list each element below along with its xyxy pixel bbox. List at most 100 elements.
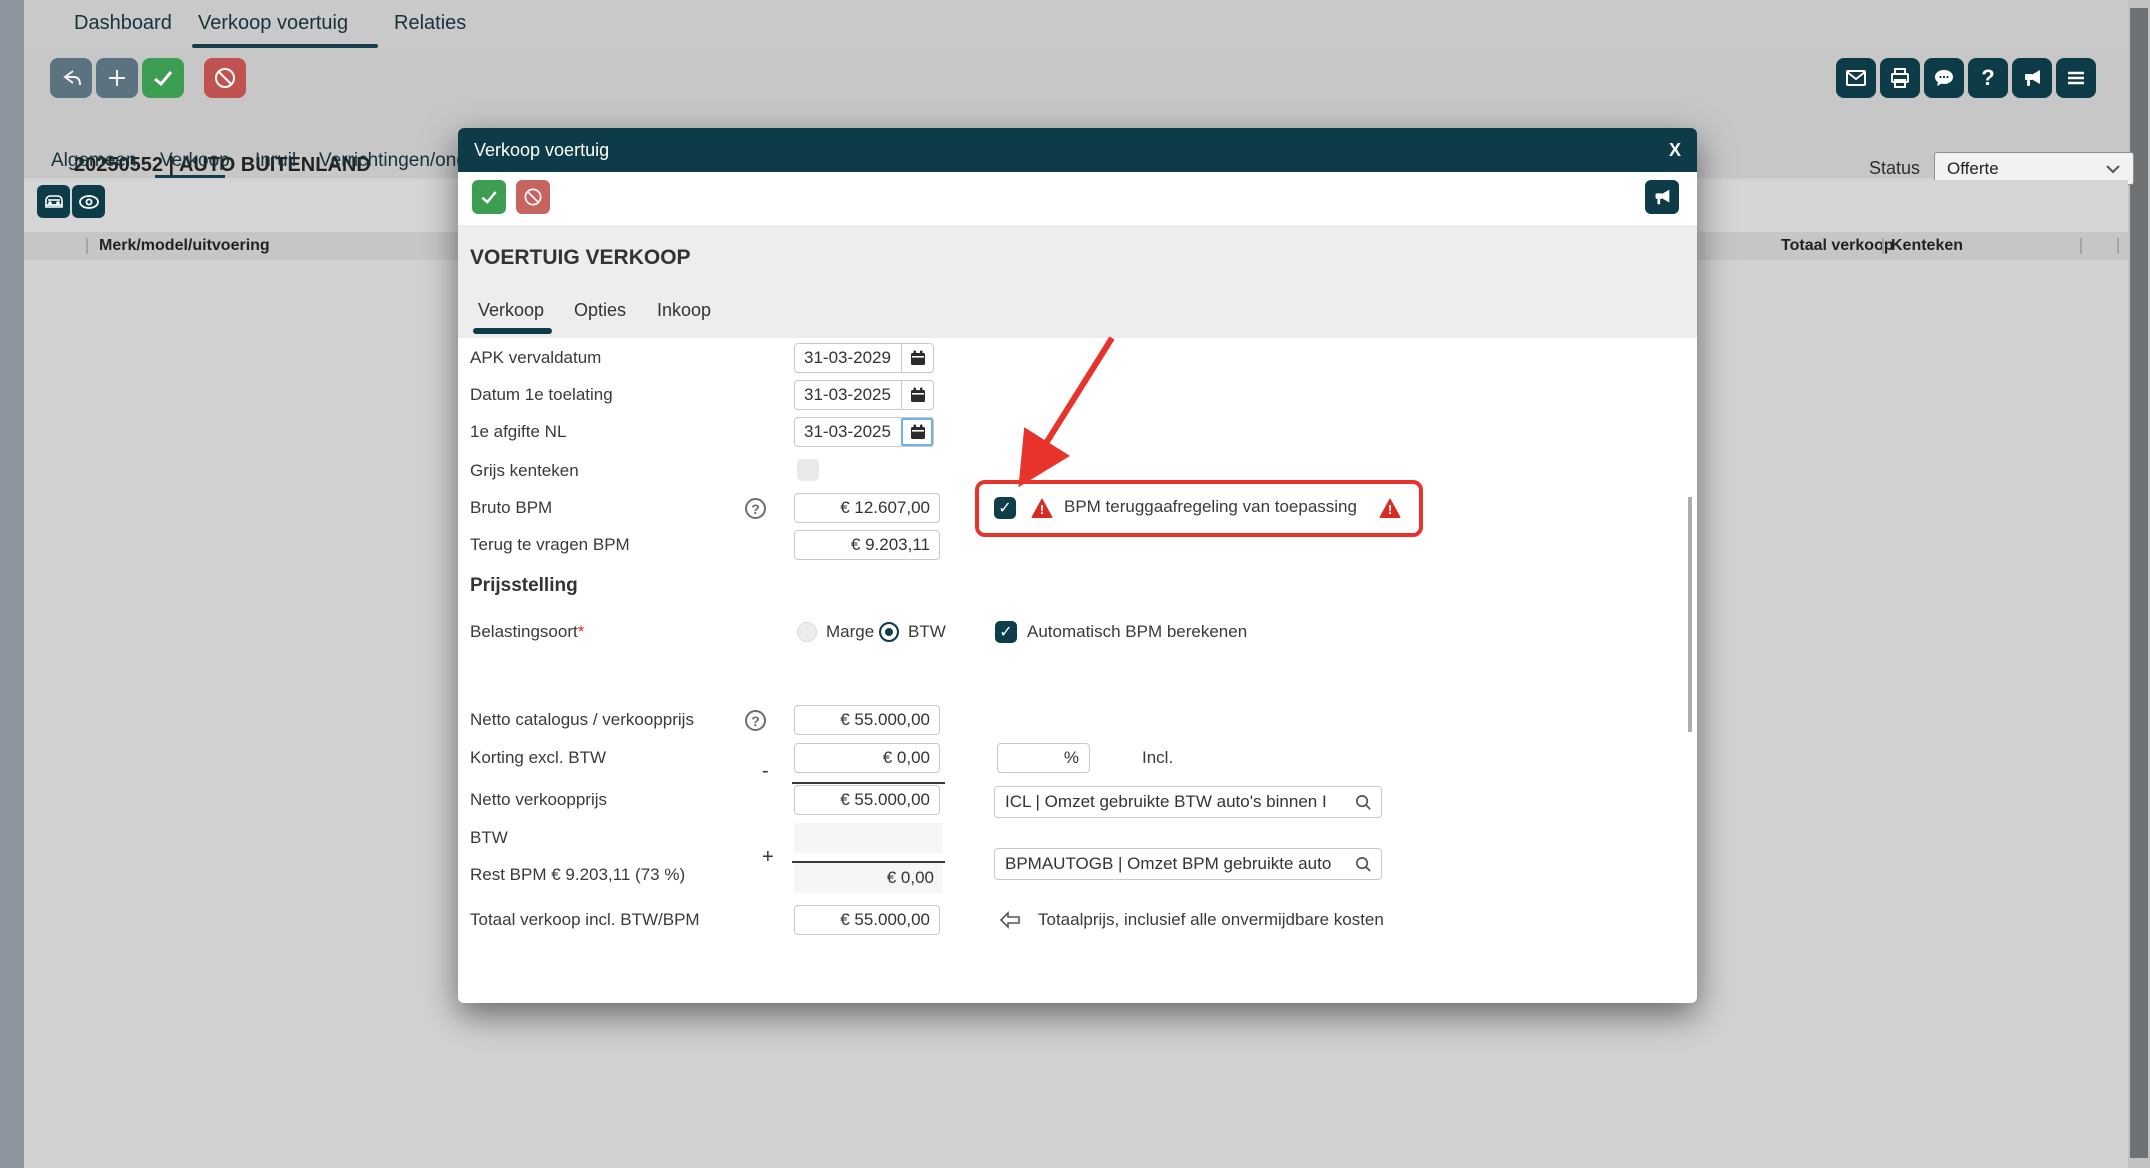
nav-item-dashboard[interactable]: Dashboard bbox=[74, 12, 172, 35]
apk-date-input[interactable]: 31-03-2029 bbox=[794, 343, 934, 373]
toelating-date-input[interactable]: 31-03-2025 bbox=[794, 380, 934, 410]
netto-catalogus-input[interactable]: € 55.000,00 bbox=[794, 705, 940, 735]
announcements-button[interactable] bbox=[2012, 58, 2052, 98]
help-glyph: ? bbox=[751, 501, 760, 517]
calendar-icon[interactable] bbox=[901, 381, 933, 409]
check-icon bbox=[479, 187, 499, 207]
column-totaal-verkoop[interactable]: Totaal verkoop bbox=[1781, 237, 1894, 255]
netto-catalogus-label: Netto catalogus / verkoopprijs bbox=[470, 705, 694, 735]
tab-algemeen[interactable]: Algemeen bbox=[51, 150, 137, 172]
nav-item-verkoop-voertuig[interactable]: Verkoop voertuig bbox=[198, 12, 348, 35]
belastingsoort-text: Belastingsoort bbox=[470, 622, 578, 641]
dialog-cancel-button[interactable] bbox=[516, 180, 550, 214]
tab-verkoop[interactable]: Verkoop bbox=[160, 150, 230, 172]
email-button[interactable] bbox=[1836, 58, 1876, 98]
terug-bpm-input[interactable]: € 9.203,11 bbox=[794, 530, 940, 560]
megaphone-icon bbox=[1651, 186, 1673, 208]
required-asterisk: * bbox=[578, 622, 585, 641]
verkoop-voertuig-dialog: Verkoop voertuig X VOERTUIG VERKOOP Verk… bbox=[458, 128, 1697, 1003]
close-button[interactable]: X bbox=[1669, 140, 1681, 161]
dialog-tab-opties[interactable]: Opties bbox=[574, 300, 626, 321]
dialog-toolbar bbox=[458, 172, 1697, 225]
calendar-icon[interactable] bbox=[901, 418, 933, 446]
dialog-save-button[interactable] bbox=[472, 180, 506, 214]
rest-bpm-value: € 0,00 bbox=[887, 868, 934, 888]
btw-radio[interactable] bbox=[879, 622, 899, 642]
undo-icon bbox=[59, 66, 83, 90]
marge-label[interactable]: Marge bbox=[826, 621, 874, 643]
dialog-header[interactable]: Verkoop voertuig X bbox=[458, 128, 1697, 172]
dialog-announce-button[interactable] bbox=[1645, 180, 1679, 214]
btw-label[interactable]: BTW bbox=[908, 621, 946, 643]
column-divider[interactable] bbox=[86, 238, 88, 254]
plus-icon bbox=[105, 66, 129, 90]
bruto-bpm-value: € 12.607,00 bbox=[840, 498, 930, 518]
chat-button[interactable] bbox=[1924, 58, 1964, 98]
korting-percent-input[interactable]: % bbox=[997, 743, 1090, 773]
calendar-icon[interactable] bbox=[901, 344, 933, 372]
grijs-kenteken-label: Grijs kenteken bbox=[470, 456, 579, 486]
check-icon bbox=[151, 66, 175, 90]
confirm-button[interactable] bbox=[142, 58, 184, 98]
add-button[interactable] bbox=[96, 58, 138, 98]
chat-bubble-icon bbox=[1932, 66, 1956, 90]
bpm-ledger-combo[interactable]: BPMAUTOGB | Omzet BPM gebruikte auto bbox=[994, 848, 1382, 880]
column-divider[interactable] bbox=[2117, 238, 2119, 254]
netto-verkoopprijs-input[interactable]: € 55.000,00 bbox=[794, 785, 940, 815]
cancel-button[interactable] bbox=[204, 58, 246, 98]
record-tab-underline bbox=[155, 175, 225, 178]
dialog-tab-verkoop[interactable]: Verkoop bbox=[478, 300, 544, 321]
prijsstelling-heading: Prijsstelling bbox=[470, 575, 578, 597]
menu-button[interactable] bbox=[2056, 58, 2096, 98]
tab-inruil[interactable]: Inruil bbox=[255, 150, 296, 172]
afgifte-date-input[interactable]: 31-03-2025 bbox=[794, 417, 934, 447]
hamburger-icon bbox=[2064, 66, 2088, 90]
dialog-section-bar: VOERTUIG VERKOOP Verkoop Opties Inkoop bbox=[458, 225, 1697, 338]
view-button[interactable] bbox=[72, 185, 105, 218]
dialog-tab-inkoop[interactable]: Inkoop bbox=[657, 300, 711, 321]
help-icon[interactable]: ? bbox=[745, 710, 766, 731]
column-merk-model[interactable]: Merk/model/uitvoering bbox=[99, 237, 270, 255]
left-arrow-icon bbox=[998, 910, 1022, 930]
print-button[interactable] bbox=[1880, 58, 1920, 98]
bpm-regeling-label: BPM teruggaafregeling van toepassing bbox=[1064, 497, 1357, 517]
check-glyph: ✓ bbox=[998, 498, 1011, 518]
help-button[interactable]: ? bbox=[1968, 58, 2008, 98]
column-kenteken[interactable]: Kenteken bbox=[1891, 237, 1963, 255]
vehicle-button[interactable] bbox=[37, 185, 70, 218]
btw-ledger-combo[interactable]: ICL | Omzet gebruikte BTW auto's binnen … bbox=[994, 786, 1382, 818]
undo-button[interactable] bbox=[50, 58, 92, 98]
totaal-verkoop-label: Totaal verkoop incl. BTW/BPM bbox=[470, 905, 700, 935]
top-nav: Dashboard Verkoop voertuig Relaties bbox=[24, 0, 2128, 48]
bpm-regeling-checkbox[interactable]: ✓ bbox=[994, 497, 1016, 519]
search-icon[interactable] bbox=[1354, 793, 1373, 812]
search-icon[interactable] bbox=[1354, 855, 1373, 874]
bpm-ledger-value: BPMAUTOGB | Omzet BPM gebruikte auto bbox=[1005, 854, 1331, 874]
column-divider[interactable] bbox=[1882, 238, 1884, 254]
btw-readonly-field bbox=[794, 823, 943, 853]
rest-bpm-label: Rest BPM € 9.203,11 (73 %) bbox=[470, 860, 685, 890]
korting-input[interactable]: € 0,00 bbox=[794, 743, 940, 773]
rest-bpm-field: € 0,00 bbox=[794, 863, 943, 893]
netto-catalogus-value: € 55.000,00 bbox=[840, 710, 930, 730]
totaal-verkoop-input[interactable]: € 55.000,00 bbox=[794, 905, 940, 935]
auto-bpm-checkbox[interactable]: ✓ bbox=[995, 621, 1017, 643]
help-icon[interactable]: ? bbox=[745, 498, 766, 519]
belastingsoort-label: Belastingsoort* bbox=[470, 617, 584, 647]
subtraction-line bbox=[792, 782, 945, 784]
btw-row-label: BTW bbox=[470, 823, 508, 853]
marge-radio[interactable] bbox=[797, 622, 817, 642]
tab-verrichtingen[interactable]: Verrichtingen/ond bbox=[319, 150, 467, 172]
dialog-scrollbar-thumb[interactable] bbox=[1688, 497, 1692, 732]
korting-value: € 0,00 bbox=[883, 748, 930, 768]
printer-icon bbox=[1888, 66, 1912, 90]
column-divider[interactable] bbox=[2080, 238, 2082, 254]
netto-verkoopprijs-value: € 55.000,00 bbox=[840, 790, 930, 810]
window-left-edge bbox=[0, 0, 24, 1168]
totaal-verkoop-value: € 55.000,00 bbox=[840, 910, 930, 930]
auto-bpm-label[interactable]: Automatisch BPM berekenen bbox=[1027, 621, 1247, 643]
grijs-kenteken-checkbox[interactable] bbox=[797, 459, 819, 481]
afgifte-label: 1e afgifte NL bbox=[470, 417, 566, 447]
nav-item-relaties[interactable]: Relaties bbox=[394, 12, 466, 35]
bruto-bpm-input[interactable]: € 12.607,00 bbox=[794, 493, 940, 523]
